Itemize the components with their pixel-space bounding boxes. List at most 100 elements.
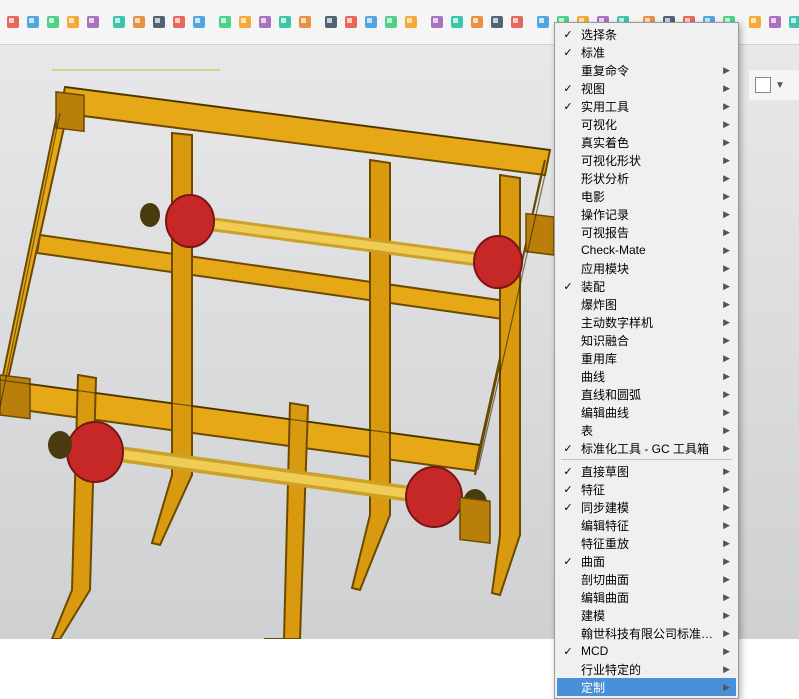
submenu-arrow-icon: ▶ <box>723 520 730 531</box>
toolbar-context-menu[interactable]: ✓选择条✓标准重复命令▶✓视图▶✓实用工具▶可视化▶真实着色▶可视化形状▶形状分… <box>554 22 739 699</box>
checkmark-icon <box>561 572 575 586</box>
submenu-arrow-icon: ▶ <box>723 263 730 274</box>
menu-item-曲线[interactable]: 曲线▶ <box>557 367 736 385</box>
menu-item-同步建模[interactable]: ✓同步建模▶ <box>557 498 736 516</box>
chamfer-button[interactable] <box>276 11 294 33</box>
view-button[interactable] <box>488 11 506 33</box>
paste-button[interactable] <box>150 11 168 33</box>
menu-item-CheckMate[interactable]: Check-Mate ▶ <box>557 241 736 259</box>
undo-button[interactable] <box>64 11 82 33</box>
submenu-arrow-icon: ▶ <box>723 173 730 184</box>
new-button[interactable] <box>4 11 22 33</box>
redo-button[interactable] <box>84 11 102 33</box>
menu-item-真实着色[interactable]: 真实着色▶ <box>557 133 736 151</box>
revolve-button[interactable] <box>216 11 234 33</box>
menu-item-操作记录[interactable]: 操作记录▶ <box>557 205 736 223</box>
open-button[interactable] <box>24 11 42 33</box>
menu-item-编辑特征[interactable]: 编辑特征▶ <box>557 516 736 534</box>
checkmark-icon <box>561 662 575 676</box>
menu-item-编辑曲面[interactable]: 编辑曲面▶ <box>557 588 736 606</box>
menu-item-爆炸图[interactable]: 爆炸图▶ <box>557 295 736 313</box>
assembly-button[interactable] <box>382 11 400 33</box>
submenu-arrow-icon: ▶ <box>723 664 730 675</box>
checkmark-icon <box>561 423 575 437</box>
menu-item-label: 曲面 <box>581 553 605 570</box>
menu-item-视图[interactable]: ✓视图▶ <box>557 79 736 97</box>
menu-item-电影[interactable]: 电影▶ <box>557 187 736 205</box>
menu-item-特征重放[interactable]: 特征重放▶ <box>557 534 736 552</box>
checkmark-icon <box>561 63 575 77</box>
menu-item-定制[interactable]: 定制▶ <box>557 678 736 696</box>
checkmark-icon: ✓ <box>561 482 575 496</box>
mirror-button[interactable] <box>342 11 360 33</box>
render-button[interactable] <box>468 11 486 33</box>
shell-button[interactable] <box>296 11 314 33</box>
draft-button[interactable] <box>322 11 340 33</box>
checkmark-icon <box>561 518 575 532</box>
checkmark-icon: ✓ <box>561 81 575 95</box>
menu-item-可视报告[interactable]: 可视报告▶ <box>557 223 736 241</box>
menu-item-重用库[interactable]: 重用库▶ <box>557 349 736 367</box>
menu-item-标准化工具GC工具箱[interactable]: ✓标准化工具 - GC 工具箱▶ <box>557 439 736 457</box>
menu-item-行业特定的[interactable]: 行业特定的▶ <box>557 660 736 678</box>
section-button[interactable] <box>786 11 799 33</box>
layer-button[interactable] <box>508 11 526 33</box>
measure-button[interactable] <box>428 11 446 33</box>
menu-item-可视化[interactable]: 可视化▶ <box>557 115 736 133</box>
menu-item-MCD[interactable]: ✓MCD▶ <box>557 642 736 660</box>
menu-item-直接草图[interactable]: ✓直接草图▶ <box>557 462 736 480</box>
menu-item-表[interactable]: 表▶ <box>557 421 736 439</box>
save-button[interactable] <box>44 11 62 33</box>
extrude-button[interactable] <box>190 11 208 33</box>
menu-separator <box>561 459 732 460</box>
sketch-button[interactable] <box>170 11 188 33</box>
menu-item-编辑曲线[interactable]: 编辑曲线▶ <box>557 403 736 421</box>
submenu-arrow-icon: ▶ <box>723 245 730 256</box>
menu-item-label: 直线和圆弧 <box>581 386 641 403</box>
menu-item-实用工具[interactable]: ✓实用工具▶ <box>557 97 736 115</box>
right-panel-toggle[interactable]: ▼ <box>749 70 799 100</box>
submenu-arrow-icon: ▶ <box>723 335 730 346</box>
menu-item-选择条[interactable]: ✓选择条 <box>557 25 736 43</box>
submenu-arrow-icon: ▶ <box>723 371 730 382</box>
menu-item-label: 知识融合 <box>581 332 629 349</box>
menu-item-标准[interactable]: ✓标准 <box>557 43 736 61</box>
checkmark-icon: ✓ <box>561 99 575 113</box>
submenu-arrow-icon: ▶ <box>723 83 730 94</box>
wire-button[interactable] <box>746 11 764 33</box>
menu-item-建模[interactable]: 建模▶ <box>557 606 736 624</box>
menu-item-label: Check-Mate <box>581 243 646 257</box>
menu-item-重复命令[interactable]: 重复命令▶ <box>557 61 736 79</box>
submenu-arrow-icon: ▶ <box>723 299 730 310</box>
menu-item-应用模块[interactable]: 应用模块▶ <box>557 259 736 277</box>
menu-item-可视化形状[interactable]: 可视化形状▶ <box>557 151 736 169</box>
submenu-arrow-icon: ▶ <box>723 191 730 202</box>
analysis-button[interactable] <box>448 11 466 33</box>
menu-item-知识融合[interactable]: 知识融合 ▶ <box>557 331 736 349</box>
constraint-button[interactable] <box>402 11 420 33</box>
menu-item-特征[interactable]: ✓特征▶ <box>557 480 736 498</box>
wcs-button[interactable] <box>534 11 552 33</box>
menu-item-形状分析[interactable]: 形状分析▶ <box>557 169 736 187</box>
menu-item-label: 重复命令 <box>581 62 629 79</box>
menu-item-装配[interactable]: ✓装配▶ <box>557 277 736 295</box>
checkmark-icon <box>561 153 575 167</box>
checkmark-icon <box>561 243 575 257</box>
submenu-arrow-icon: ▶ <box>723 227 730 238</box>
hidden-button[interactable] <box>766 11 784 33</box>
menu-item-主动数字样机[interactable]: 主动数字样机▶ <box>557 313 736 331</box>
submenu-arrow-icon: ▶ <box>723 574 730 585</box>
pattern-button[interactable] <box>362 11 380 33</box>
menu-item-直线和圆弧[interactable]: 直线和圆弧▶ <box>557 385 736 403</box>
menu-item-翰世科技有限公司标准件库工具条[interactable]: 翰世科技有限公司标准件库工具条▶ <box>557 624 736 642</box>
menu-item-label: 定制 <box>581 679 605 696</box>
menu-item-label: 标准 <box>581 44 605 61</box>
hole-button[interactable] <box>236 11 254 33</box>
copy-button[interactable] <box>130 11 148 33</box>
menu-item-label: 剖切曲面 <box>581 571 629 588</box>
menu-item-曲面[interactable]: ✓曲面▶ <box>557 552 736 570</box>
blend-button[interactable] <box>256 11 274 33</box>
submenu-arrow-icon: ▶ <box>723 317 730 328</box>
menu-item-剖切曲面[interactable]: 剖切曲面 ▶ <box>557 570 736 588</box>
cut-button[interactable] <box>110 11 128 33</box>
